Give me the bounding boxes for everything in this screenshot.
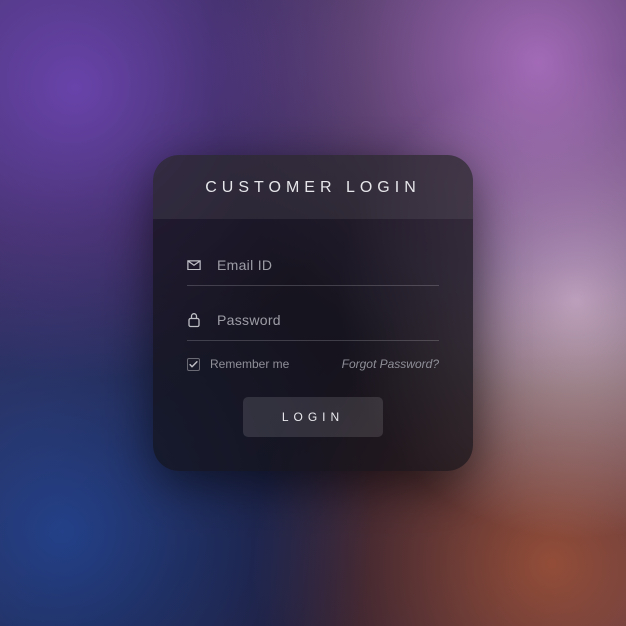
remember-checkbox[interactable]: [187, 358, 200, 371]
login-body: Remember me Forgot Password? LOGIN: [153, 219, 473, 471]
check-icon: [189, 360, 198, 369]
lock-icon: [187, 313, 201, 327]
remember-me-toggle[interactable]: Remember me: [187, 357, 289, 371]
email-input[interactable]: [217, 257, 439, 273]
email-field-row: [187, 247, 439, 286]
remember-label: Remember me: [210, 357, 289, 371]
password-input[interactable]: [217, 312, 439, 328]
options-row: Remember me Forgot Password?: [187, 357, 439, 371]
login-button[interactable]: LOGIN: [243, 397, 383, 437]
login-card: CUSTOMER LOGIN Remember me Forgot Passwo…: [153, 155, 473, 471]
forgot-password-link[interactable]: Forgot Password?: [342, 357, 439, 371]
login-title: CUSTOMER LOGIN: [163, 179, 463, 197]
email-icon: [187, 258, 201, 272]
login-header: CUSTOMER LOGIN: [153, 155, 473, 219]
password-field-row: [187, 302, 439, 341]
